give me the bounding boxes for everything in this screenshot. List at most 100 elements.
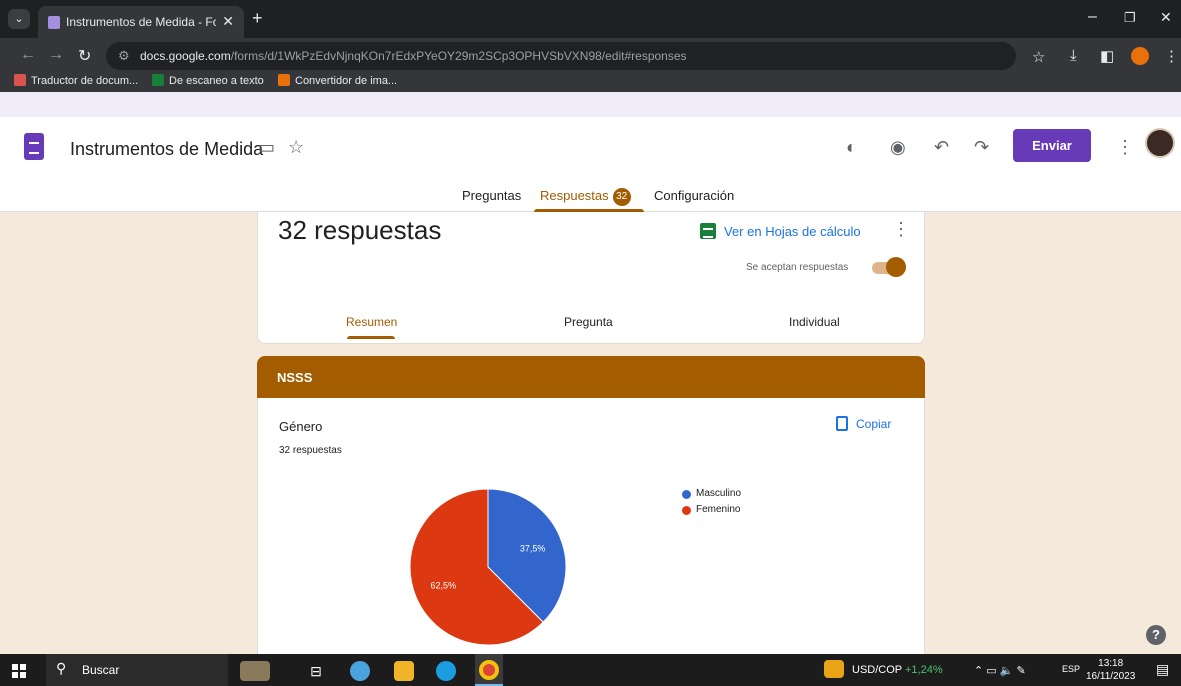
subtab-pregunta[interactable]: Pregunta bbox=[564, 315, 613, 329]
forms-logo-icon[interactable] bbox=[24, 133, 44, 160]
language-indicator[interactable]: ESP bbox=[1062, 664, 1080, 674]
section-header: NSSS bbox=[257, 356, 925, 398]
ticker[interactable]: USD/COP +1,24% bbox=[852, 664, 943, 676]
responses-more-icon[interactable]: ⋮ bbox=[892, 219, 910, 240]
task-view-icon[interactable]: ⊟ bbox=[306, 661, 326, 681]
chrome-menu-icon[interactable]: ⋮ bbox=[1164, 47, 1179, 65]
copy-chart-button[interactable]: Copiar bbox=[836, 416, 891, 431]
legend-label: Femenino bbox=[696, 504, 741, 515]
tab-title: Instrumentos de Medida - Forr bbox=[66, 15, 216, 29]
close-window-icon[interactable]: ✕ bbox=[1160, 9, 1172, 26]
taskbar-search[interactable]: ⚲ Buscar bbox=[46, 654, 228, 686]
side-panel-icon[interactable]: ◧ bbox=[1100, 47, 1114, 65]
undo-icon[interactable]: ↶ bbox=[934, 137, 949, 158]
url-path: /forms/d/1WkPzEdvNjnqKOn7rEdxPYeOY29m2SC… bbox=[230, 49, 687, 63]
screen: ⌄ Instrumentos de Medida - Forr ✕ + – ❐ … bbox=[0, 0, 1181, 686]
new-tab-icon[interactable]: + bbox=[252, 8, 263, 29]
sheets-link-label: Ver en Hojas de cálculo bbox=[724, 224, 861, 239]
more-options-icon[interactable]: ⋮ bbox=[1116, 137, 1134, 158]
notifications-icon[interactable]: ▤ bbox=[1156, 661, 1169, 678]
clock[interactable]: 13:18 16/11/2023 bbox=[1086, 657, 1135, 683]
palette-icon[interactable]: ◐ bbox=[846, 137, 857, 158]
question-response-count: 32 respuestas bbox=[279, 445, 342, 456]
clock-date: 16/11/2023 bbox=[1086, 671, 1136, 682]
folder-icon[interactable]: ▭ bbox=[258, 137, 275, 158]
subtab-individual[interactable]: Individual bbox=[789, 315, 840, 329]
bookmark-item[interactable]: Traductor de docum... bbox=[14, 74, 138, 87]
forms-header: Instrumentos de Medida ▭ ☆ ◐ ◉ ↶ ↷ Envia… bbox=[0, 117, 1181, 212]
bookmark-label: De escaneo a texto bbox=[169, 75, 264, 87]
accepting-responses-toggle[interactable] bbox=[872, 256, 908, 278]
bookmark-item[interactable]: Convertidor de ima... bbox=[278, 74, 397, 87]
clock-time: 13:18 bbox=[1098, 658, 1124, 669]
responses-count: 32 respuestas bbox=[278, 215, 442, 245]
section-title: NSSS bbox=[277, 370, 313, 385]
toggle-knob bbox=[886, 257, 906, 277]
bookmark-item[interactable]: De escaneo a texto bbox=[152, 74, 264, 87]
file-explorer-icon[interactable] bbox=[394, 661, 414, 681]
restore-icon[interactable]: ❐ bbox=[1124, 10, 1136, 26]
back-icon[interactable]: ← bbox=[20, 46, 36, 64]
forms-favicon-icon bbox=[48, 16, 60, 29]
converter-icon bbox=[278, 74, 290, 86]
search-icon: ⚲ bbox=[56, 660, 67, 676]
edge-icon[interactable] bbox=[436, 661, 456, 681]
widget-landmark-icon[interactable] bbox=[240, 661, 270, 681]
bookmark-star-icon[interactable]: ☆ bbox=[1032, 48, 1045, 66]
tab-preguntas[interactable]: Preguntas bbox=[462, 188, 521, 203]
legend-item-masculino[interactable]: Masculino bbox=[682, 486, 741, 502]
chrome-taskbar-item[interactable] bbox=[475, 654, 503, 686]
form-tabs: Preguntas Respuestas 32 Configuración bbox=[0, 177, 1181, 212]
system-tray-icons[interactable]: ⌃ ▭ 🔈 ✎ bbox=[974, 664, 1026, 677]
browser-tab[interactable]: Instrumentos de Medida - Forr ✕ bbox=[38, 6, 244, 38]
legend-item-femenino[interactable]: Femenino bbox=[682, 502, 741, 518]
ticker-icon bbox=[824, 660, 844, 678]
tab-configuracion[interactable]: Configuración bbox=[654, 188, 734, 203]
ticker-symbol: USD/COP bbox=[852, 664, 902, 676]
redo-icon[interactable]: ↷ bbox=[974, 137, 989, 158]
bookmark-label: Traductor de docum... bbox=[31, 75, 139, 87]
tab-respuestas-label: Respuestas bbox=[540, 188, 609, 203]
active-subtab-indicator bbox=[347, 336, 395, 339]
responses-summary-card: 32 respuestas Ver en Hojas de cálculo ⋮ … bbox=[257, 212, 925, 344]
preview-eye-icon[interactable]: ◉ bbox=[890, 137, 906, 158]
question-summary-card: Género 32 respuestas Copiar 37,5% 62,5% M… bbox=[257, 398, 925, 654]
subtab-resumen[interactable]: Resumen bbox=[346, 315, 397, 329]
legend-swatch bbox=[682, 490, 691, 499]
view-in-sheets-link[interactable]: Ver en Hojas de cálculo bbox=[700, 223, 861, 239]
copy-label: Copiar bbox=[856, 417, 892, 431]
profile-icon[interactable] bbox=[1131, 47, 1149, 65]
help-icon[interactable]: ? bbox=[1146, 625, 1166, 645]
send-button[interactable]: Enviar bbox=[1013, 129, 1091, 162]
tab-search-icon[interactable]: ⌄ bbox=[8, 9, 30, 29]
minimize-icon[interactable]: – bbox=[1088, 8, 1097, 26]
app-icon[interactable] bbox=[350, 661, 370, 681]
star-icon[interactable]: ☆ bbox=[288, 137, 304, 158]
browser-tab-bar: ⌄ Instrumentos de Medida - Forr ✕ + – ❐ … bbox=[0, 0, 1181, 38]
url-text: docs.google.com/forms/d/1WkPzEdvNjnqKOn7… bbox=[140, 49, 687, 63]
accepting-responses-label: Se aceptan respuestas bbox=[746, 262, 849, 273]
legend-label: Masculino bbox=[696, 488, 742, 499]
url-input[interactable]: ⚙ docs.google.com/forms/d/1WkPzEdvNjnqKO… bbox=[106, 42, 1045, 70]
scan-icon bbox=[152, 74, 164, 86]
close-tab-icon[interactable]: ✕ bbox=[222, 13, 234, 30]
form-title[interactable]: Instrumentos de Medida bbox=[70, 139, 263, 160]
chrome-icon bbox=[479, 660, 499, 680]
question-title: Género bbox=[279, 419, 323, 434]
chart-legend: Masculino Femenino bbox=[682, 486, 741, 518]
legend-swatch bbox=[682, 506, 691, 515]
gender-pie-chart: 37,5% 62,5% bbox=[409, 488, 567, 646]
responses-content[interactable]: 32 respuestas Ver en Hojas de cálculo ⋮ … bbox=[0, 212, 1181, 654]
ticker-change: +1,24% bbox=[904, 664, 943, 676]
url-host: docs.google.com bbox=[140, 49, 231, 63]
site-info-icon[interactable]: ⚙ bbox=[118, 48, 130, 64]
copy-icon bbox=[836, 416, 848, 431]
address-bar-area: ← → ↻ ⚙ docs.google.com/forms/d/1WkPzEdv… bbox=[0, 38, 1181, 92]
forward-icon[interactable]: → bbox=[48, 46, 64, 64]
bookmarks-bar: Traductor de docum... De escaneo a texto… bbox=[0, 72, 1181, 92]
reload-icon[interactable]: ↻ bbox=[78, 46, 91, 66]
download-icon[interactable]: ⤓ bbox=[1070, 47, 1077, 64]
tab-respuestas[interactable]: Respuestas 32 bbox=[540, 188, 631, 206]
avatar[interactable] bbox=[1145, 128, 1175, 158]
windows-start-icon[interactable] bbox=[12, 664, 26, 678]
